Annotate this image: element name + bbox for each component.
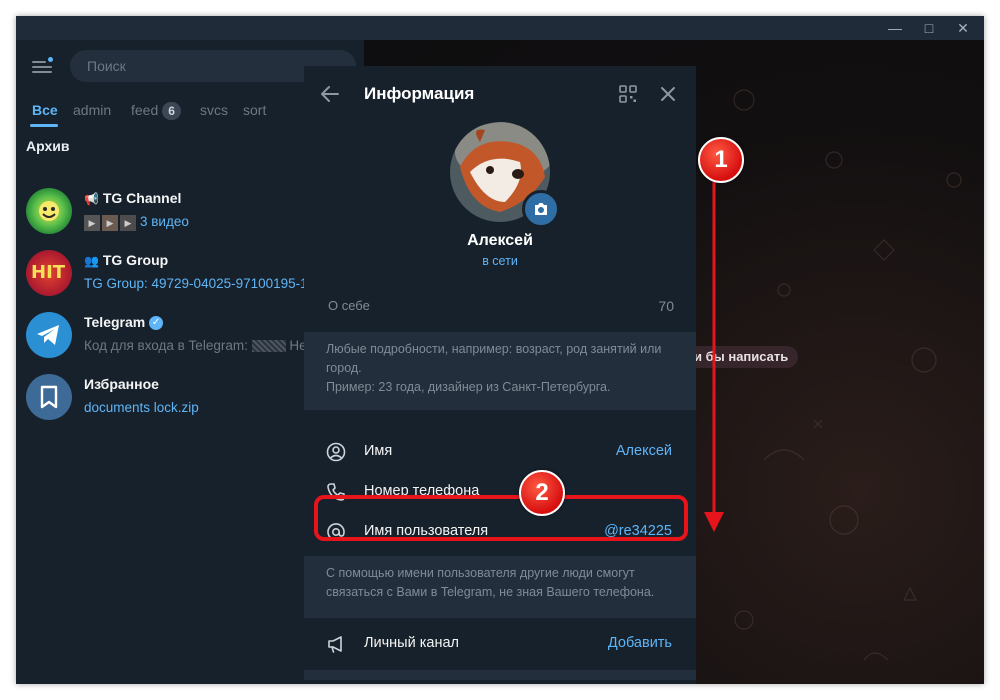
scroll-arrow-annotation	[704, 178, 724, 532]
step-marker-2: 2	[519, 470, 565, 516]
step-marker-1: 1	[698, 137, 744, 183]
username-highlight-box	[314, 495, 688, 541]
